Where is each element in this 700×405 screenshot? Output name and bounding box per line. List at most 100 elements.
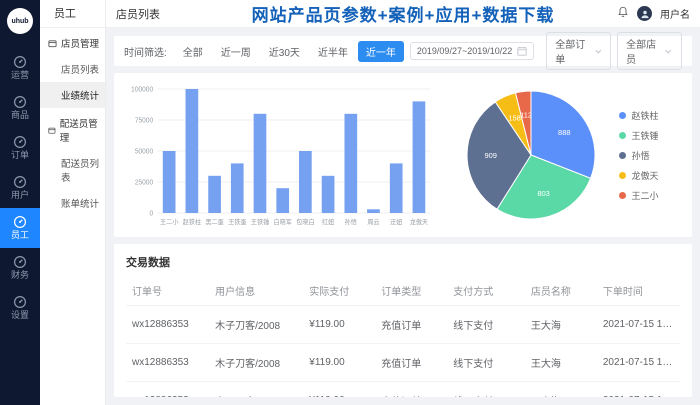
calendar-icon [517, 46, 527, 56]
col-header-2: 用户信息 [215, 287, 256, 298]
svg-text:803: 803 [538, 189, 551, 198]
order-type-select[interactable]: 全部订单 [546, 32, 612, 70]
gauge-icon [13, 175, 27, 189]
legend-item-3[interactable]: 孙悟 [619, 149, 658, 162]
svg-text:王铁锤: 王铁锤 [251, 217, 270, 226]
rail-item-1[interactable]: 运营 [0, 48, 40, 88]
rail-item-label: 财务 [10, 270, 29, 280]
cell-1-2: 木子刀客/2008 [209, 305, 304, 344]
cell-3-6: 王大海 [524, 381, 597, 397]
table-row[interactable]: wx12886353木子刀客/2008¥119.00充值订单线下支付王大海202… [126, 305, 680, 344]
banner-title: 网站产品页参数+案例+应用+数据下载 [251, 6, 555, 25]
svg-text:迂妞: 迂妞 [390, 217, 403, 226]
bar-12[interactable] [412, 101, 426, 213]
gauge-icon [13, 55, 27, 69]
time-filter-5[interactable]: 近一年 [357, 40, 404, 62]
svg-text:909: 909 [485, 151, 498, 160]
bar-10[interactable] [367, 209, 380, 213]
menu-group-1[interactable]: 店员管理 [40, 28, 105, 56]
date-range-picker[interactable]: 2019/09/27~2019/10/22 [409, 42, 535, 60]
cell-1-6: 王大海 [524, 305, 597, 344]
transactions-panel: 交易数据 订单号 用户信息 实际支付 订单类型 支付方式 店员名称 下单时间 wx12886… [114, 244, 692, 397]
menu-item-2-1[interactable]: 配送员列表 [40, 150, 105, 190]
table-row[interactable]: wx12886353木子刀客/2008¥119.00充值订单线下支付王大海202… [126, 343, 680, 382]
table-title: 交易数据 [126, 257, 170, 269]
svg-text:王二小: 王二小 [160, 217, 179, 226]
cell-3-2: 木子刀客/2008 [209, 381, 304, 397]
brand-logo[interactable]: uhub [7, 8, 33, 34]
gauge-icon [13, 95, 27, 109]
cell-2-2: 木子刀客/2008 [209, 343, 304, 382]
time-filter-group: 全部 近一周 近30天 近半年 近一年 [175, 40, 404, 62]
bar-6[interactable] [276, 188, 290, 213]
time-filter-1[interactable]: 全部 [175, 41, 211, 62]
charts-panel: 0 25000 50000 75000 100000 王二小 赵铁柱 黑二蛋 王铁蛋 王铁锤 白晓军… [114, 73, 692, 237]
bar-11[interactable] [389, 163, 403, 213]
legend-label: 王铁锤 [631, 130, 659, 141]
content: 时间筛选: 全部 近一周 近30天 近半年 近一年 2019/09/27~2019/10… [106, 28, 700, 405]
cell-3-5: 线下支付 [447, 381, 525, 397]
cell-2-3: ¥119.00 [303, 343, 376, 382]
legend-label: 龙傲天 [631, 170, 659, 181]
legend-item-5[interactable]: 王二小 [619, 189, 659, 202]
time-filter-4[interactable]: 近半年 [310, 41, 356, 62]
svg-text:0: 0 [149, 210, 153, 217]
rail-item-2[interactable]: 商品 [0, 88, 40, 128]
legend-item-1[interactable]: 赵铁柱 [619, 109, 659, 122]
rail-item-label: 用户 [10, 190, 29, 200]
bar-2[interactable] [185, 89, 199, 213]
rail-item-4[interactable]: 用户 [0, 168, 40, 208]
legend-label: 赵铁柱 [631, 110, 659, 121]
filter-label: 时间筛选: [124, 47, 167, 59]
gauge-icon [13, 135, 27, 149]
rail-item-label: 设置 [10, 310, 29, 320]
bar-1[interactable] [162, 151, 176, 213]
svg-text:888: 888 [559, 128, 572, 137]
bar-9[interactable] [344, 113, 358, 213]
cell-1-7: 2021-07-15 10:44:27 [596, 305, 680, 344]
cell-1-5: 线下支付 [447, 305, 525, 344]
cell-3-1: wx12886353 [126, 381, 210, 397]
rail-item-5[interactable]: 员工 [0, 208, 40, 248]
legend-dot [619, 131, 627, 139]
bar-8[interactable] [321, 175, 335, 213]
chevron-down-icon [594, 49, 601, 54]
svg-text:50000: 50000 [135, 148, 153, 155]
cell-1-4: 充值订单 [375, 305, 448, 344]
time-filter-3[interactable]: 近30天 [261, 41, 308, 62]
legend-label: 王二小 [631, 190, 659, 201]
transactions-table: 订单号 用户信息 实际支付 订单类型 支付方式 店员名称 下单时间 wx12886353 木子… [126, 276, 680, 397]
username[interactable]: 用户名 [660, 6, 690, 21]
menu-group-label: 配送员管理 [59, 119, 98, 144]
legend-item-2[interactable]: 王铁锤 [619, 129, 659, 142]
col-header-4: 订单类型 [381, 287, 422, 298]
svg-text:红妞: 红妞 [322, 217, 335, 226]
menu-group-2[interactable]: 配送员管理 [40, 108, 105, 150]
bar-7[interactable] [299, 151, 312, 213]
menu-item-1-1[interactable]: 店员列表 [40, 56, 105, 82]
svg-text:75000: 75000 [135, 117, 153, 124]
time-filter-2[interactable]: 近一周 [213, 41, 259, 62]
staff-select-value: 全部店员 [626, 40, 657, 66]
rail-item-6[interactable]: 财务 [0, 248, 40, 288]
gauge-icon [13, 255, 27, 269]
bar-4[interactable] [230, 163, 244, 213]
chevron-down-icon [665, 49, 672, 54]
staff-select[interactable]: 全部店员 [617, 32, 682, 70]
menu-item-1-2[interactable]: 业绩统计 [40, 82, 105, 108]
bar-5[interactable] [253, 113, 267, 213]
filter-bar: 时间筛选: 全部 近一周 近30天 近半年 近一年 2019/09/27~2019/10… [114, 32, 692, 70]
legend-item-4[interactable]: 龙傲天 [619, 169, 659, 182]
table-row[interactable]: wx12886353木子刀客/2008¥119.00充值订单线下支付王大海202… [126, 381, 680, 397]
rail-item-label: 运营 [10, 70, 29, 80]
svg-text:黑二蛋: 黑二蛋 [205, 217, 224, 226]
bell-icon[interactable] [617, 5, 629, 23]
menu-item-2-2[interactable]: 账单统计 [40, 190, 105, 216]
rail-item-3[interactable]: 订单 [0, 128, 40, 168]
svg-text:158: 158 [509, 114, 522, 123]
rail-item-7[interactable]: 设置 [0, 288, 40, 328]
bar-3[interactable] [208, 175, 221, 213]
folder-icon [48, 127, 56, 134]
icon-rail: uhub 运营 商品 订单 用户 员工 财务 设置 [0, 0, 40, 405]
avatar[interactable] [637, 6, 652, 21]
